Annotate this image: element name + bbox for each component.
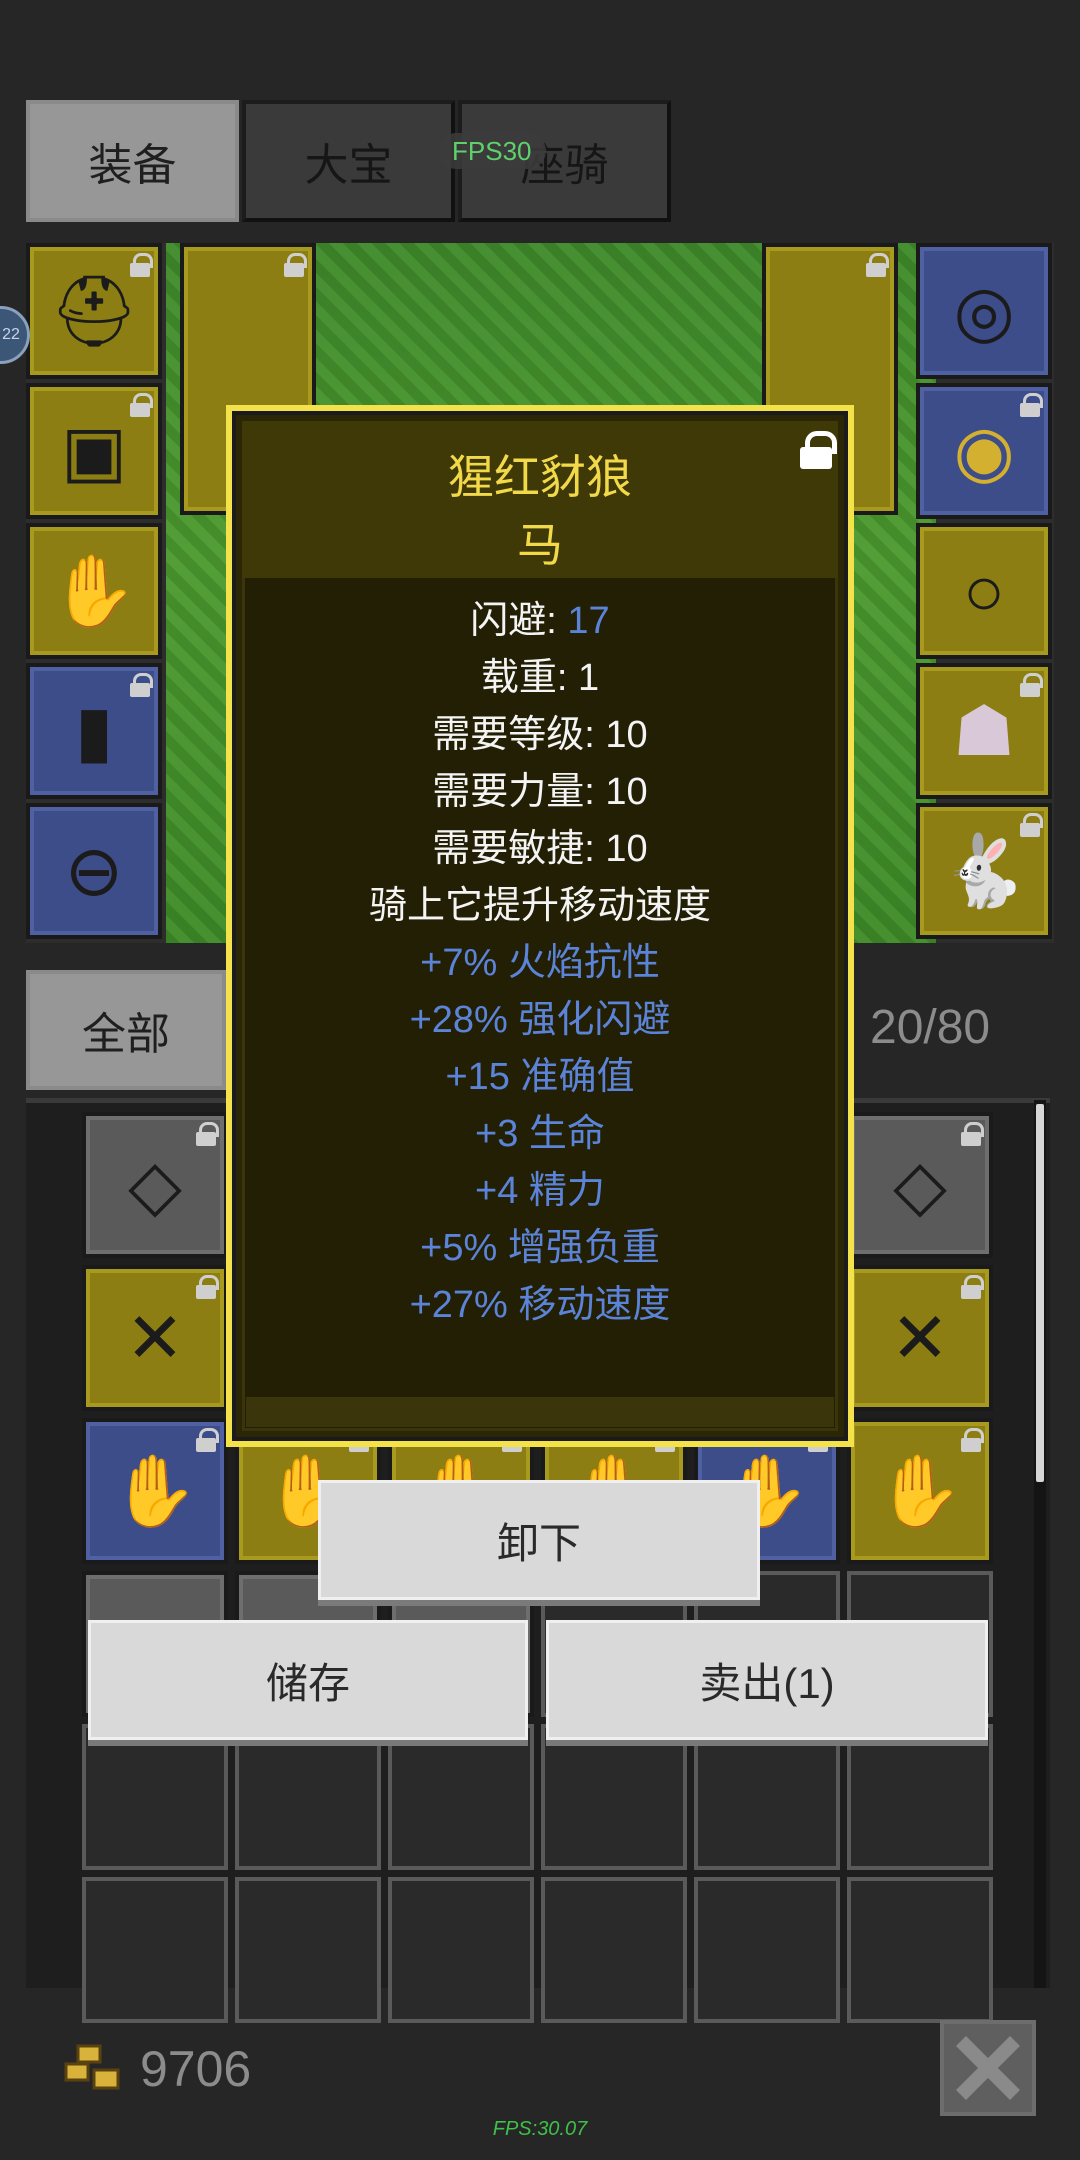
inventory-slot[interactable] xyxy=(82,1877,228,2023)
equip-slot-necklace[interactable]: ◉ xyxy=(916,383,1052,519)
sell-button[interactable]: 卖出(1) xyxy=(546,1620,988,1740)
inventory-slot[interactable] xyxy=(235,1877,381,2023)
inventory-slot[interactable] xyxy=(694,1877,840,2023)
item-tooltip: 猩红豺狼 马 闪避: 17 载重: 1 需要等级: 10 需要力量: 10 需要… xyxy=(226,405,854,1447)
bonus-fire-resist: +7% 火焰抗性 xyxy=(420,942,660,984)
equip-slot-mount[interactable]: 🐇 xyxy=(916,803,1052,939)
stat-required-strength: 需要力量: 10 xyxy=(432,771,648,813)
inventory-slot[interactable] xyxy=(541,1877,687,2023)
stat-dodge: 闪避: 17 xyxy=(232,589,848,644)
store-button[interactable]: 储存 xyxy=(88,1620,528,1740)
fps-counter: FPS:30.07 xyxy=(492,2118,588,2140)
item-name: 猩红豺狼 xyxy=(448,451,632,503)
close-icon xyxy=(956,2036,1020,2100)
lock-icon xyxy=(961,1275,984,1299)
inventory-slot[interactable]: ✕ xyxy=(82,1265,228,1411)
inventory-slot[interactable] xyxy=(847,1877,993,2023)
stat-dodge-label: 闪避: xyxy=(470,600,568,642)
inventory-slot[interactable]: ✕ xyxy=(847,1265,993,1411)
amulet-icon: ◎ xyxy=(953,272,1015,350)
helmet-icon: ⛑ xyxy=(49,272,139,350)
bonus-load: +5% 增强负重 xyxy=(420,1227,660,1269)
stat-required-agility: 需要敏捷: 10 xyxy=(432,828,648,870)
gold-coins-icon xyxy=(64,2044,120,2090)
inventory-slot[interactable] xyxy=(82,1724,228,1870)
inventory-slot[interactable] xyxy=(541,1724,687,1870)
bonus-energy: +4 精力 xyxy=(475,1170,605,1212)
armor-icon: ▣ xyxy=(60,412,128,490)
lock-icon xyxy=(1020,393,1043,417)
tab-treasure[interactable]: 大宝 xyxy=(242,100,455,222)
stat-load: 载重: 1 xyxy=(480,657,600,699)
stat-description: 骑上它提升移动速度 xyxy=(368,885,711,927)
inventory-slot[interactable]: ✋ xyxy=(847,1418,993,1564)
item-tooltip-footer xyxy=(246,1397,834,1427)
crossed-swords-icon: ✕ xyxy=(890,1299,950,1377)
inventory-slot[interactable] xyxy=(235,1724,381,1870)
bonus-move-speed: +27% 移动速度 xyxy=(409,1284,671,1326)
bow-icon: ◇ xyxy=(128,1146,182,1224)
stat-required-level: 需要等级: 10 xyxy=(432,714,648,756)
inventory-slot[interactable]: ◇ xyxy=(847,1112,993,1258)
lock-icon xyxy=(1020,673,1043,697)
bonus-life: +3 生命 xyxy=(475,1113,605,1155)
inventory-slot[interactable] xyxy=(388,1877,534,2023)
gold-amount: 9706 xyxy=(140,2041,252,2097)
lock-icon xyxy=(961,1428,984,1452)
gloves-icon: ✋ xyxy=(111,1452,199,1530)
equip-slot-gloves[interactable]: ✋ xyxy=(26,523,162,659)
belt-icon: ⊖ xyxy=(64,832,124,910)
rabbit-icon: 🐇 xyxy=(940,832,1028,910)
equip-slot-helmet[interactable]: ⛑ xyxy=(26,243,162,379)
bonus-accuracy: +15 准确值 xyxy=(445,1056,635,1098)
gloves-icon: ✋ xyxy=(50,552,138,630)
pet-icon: ☗ xyxy=(952,692,1016,770)
equip-slot-boots[interactable]: ▮ xyxy=(26,663,162,799)
tab-equipment[interactable]: 装备 xyxy=(26,100,239,222)
lock-icon xyxy=(196,1275,219,1299)
inventory-scrollbar[interactable] xyxy=(1036,1104,1044,1482)
equip-slot-ring[interactable]: ○ xyxy=(916,523,1052,659)
ring-icon: ○ xyxy=(962,552,1006,630)
unequip-button[interactable]: 卸下 xyxy=(318,1480,760,1600)
lock-icon xyxy=(196,1122,219,1146)
gloves-icon: ✋ xyxy=(876,1452,964,1530)
inventory-slot[interactable]: ✋ xyxy=(82,1418,228,1564)
bonus-dodge: +28% 强化闪避 xyxy=(409,999,671,1041)
equip-slot-pet[interactable]: ☗ xyxy=(916,663,1052,799)
lock-icon xyxy=(130,253,153,277)
close-button[interactable] xyxy=(940,2020,1036,2116)
stat-dodge-value: 17 xyxy=(567,600,610,642)
necklace-icon: ◉ xyxy=(953,412,1015,490)
inventory-filter-all[interactable]: 全部 xyxy=(26,970,226,1090)
inventory-count: 20/80 xyxy=(870,1001,991,1054)
lock-icon xyxy=(961,1122,984,1146)
lock-icon xyxy=(130,393,153,417)
fps-overlay: FPS30 xyxy=(438,133,546,169)
inventory-slot[interactable] xyxy=(694,1724,840,1870)
boots-icon: ▮ xyxy=(74,692,114,770)
inventory-slot[interactable] xyxy=(388,1724,534,1870)
lock-icon xyxy=(284,253,307,277)
lock-icon[interactable] xyxy=(800,431,837,469)
crossed-swords-icon: ✕ xyxy=(125,1299,185,1377)
lock-icon xyxy=(1020,813,1043,837)
equip-slot-amulet[interactable]: ◎ xyxy=(916,243,1052,379)
equip-slot-belt[interactable]: ⊖ xyxy=(26,803,162,939)
inventory-slot[interactable]: ◇ xyxy=(82,1112,228,1258)
inventory-slot[interactable] xyxy=(847,1724,993,1870)
bow-icon: ◇ xyxy=(893,1146,947,1224)
lock-icon xyxy=(866,253,889,277)
item-type: 马 xyxy=(517,519,563,571)
equip-slot-armor[interactable]: ▣ xyxy=(26,383,162,519)
lock-icon xyxy=(130,673,153,697)
lock-icon xyxy=(196,1428,219,1452)
